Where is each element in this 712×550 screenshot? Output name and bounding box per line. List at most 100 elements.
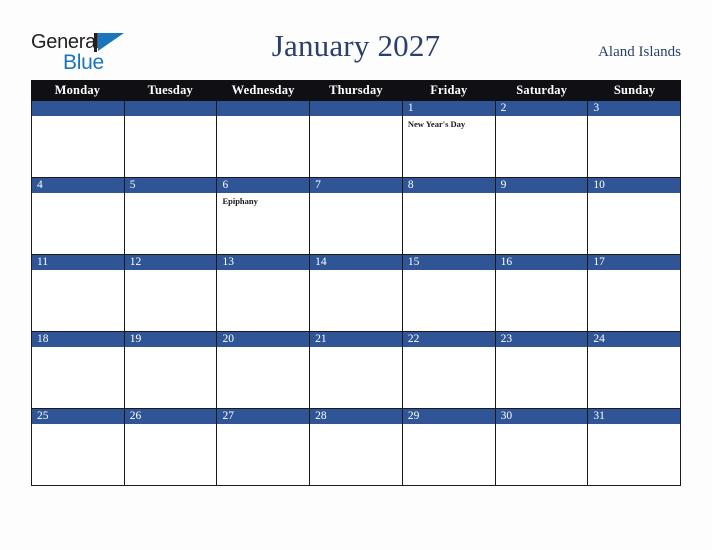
calendar-week-row: 11 12 13 14 15 16 17 [31,255,682,332]
day-cell-14[interactable]: 14 [310,255,403,331]
day-cell-9[interactable]: 9 [495,178,589,254]
day-number [217,101,310,116]
day-events [588,347,681,408]
day-cell-12[interactable]: 12 [124,255,218,331]
day-events [310,116,402,177]
day-number: 28 [310,409,402,424]
day-events [495,424,588,485]
day-cell-1[interactable]: 1 New Year's Day [402,101,496,177]
day-cell-empty[interactable] [124,101,218,177]
day-number: 26 [124,409,217,424]
day-cell-10[interactable]: 10 [588,178,682,254]
day-events [217,116,310,177]
day-number: 10 [588,178,681,193]
country-label: Aland Islands [598,44,681,60]
calendar-grid: Monday Tuesday Wednesday Thursday Friday Satu… [31,80,682,486]
day-number: 4 [32,178,124,193]
day-events [32,270,124,331]
day-cell-15[interactable]: 15 [402,255,496,331]
day-number: 20 [217,332,310,347]
day-cell-17[interactable]: 17 [588,255,682,331]
day-number: 19 [124,332,217,347]
day-number [32,101,124,116]
day-number: 8 [402,178,495,193]
day-cell-22[interactable]: 22 [402,332,496,408]
weekday-header-friday: Friday [430,83,468,97]
day-cell-28[interactable]: 28 [310,409,403,485]
day-events [588,116,681,177]
day-events [32,347,124,408]
day-events [588,193,681,254]
day-cell-4[interactable]: 4 [32,178,125,254]
holiday-label: New Year's Day [407,119,466,129]
day-events [310,193,402,254]
day-cell-19[interactable]: 19 [124,332,218,408]
day-events [124,270,217,331]
day-events [217,270,310,331]
day-number: 17 [588,255,681,270]
weekday-header-tuesday: Tuesday [147,83,193,97]
day-events [124,193,217,254]
day-cell-empty[interactable] [217,101,311,177]
day-number: 30 [495,409,588,424]
day-events [402,424,495,485]
day-events [32,116,124,177]
day-number: 31 [588,409,681,424]
day-events [124,424,217,485]
day-events [217,424,310,485]
day-cell-24[interactable]: 24 [588,332,682,408]
day-cell-25[interactable]: 25 [32,409,125,485]
day-events [310,270,402,331]
day-number: 27 [217,409,310,424]
day-cell-2[interactable]: 2 [495,101,589,177]
day-cell-20[interactable]: 20 [217,332,311,408]
day-cell-21[interactable]: 21 [310,332,403,408]
day-cell-30[interactable]: 30 [495,409,589,485]
day-cell-26[interactable]: 26 [124,409,218,485]
day-cell-3[interactable]: 3 [588,101,682,177]
day-cell-29[interactable]: 29 [402,409,496,485]
day-cell-27[interactable]: 27 [217,409,311,485]
day-cell-11[interactable]: 11 [32,255,125,331]
day-number: 13 [217,255,310,270]
weekday-header-row: Monday Tuesday Wednesday Thursday Friday Satu… [31,80,681,101]
day-cell-18[interactable]: 18 [32,332,125,408]
day-cell-7[interactable]: 7 [310,178,403,254]
day-events [310,424,402,485]
day-number: 14 [310,255,402,270]
day-cell-16[interactable]: 16 [495,255,589,331]
day-cell-empty[interactable] [310,101,403,177]
weekday-header-saturday: Saturday [516,83,568,97]
day-cell-13[interactable]: 13 [217,255,311,331]
day-number: 1 [402,101,495,116]
day-cell-23[interactable]: 23 [495,332,589,408]
calendar-weeks: 1 New Year's Day 2 3 4 5 6 Epiphany 7 8 9 10 11 12 13 1… [31,101,682,486]
day-events [217,347,310,408]
day-number: 18 [32,332,124,347]
day-number: 2 [495,101,588,116]
day-number: 22 [402,332,495,347]
holiday-label: Epiphany [222,196,258,206]
day-number: 6 [217,178,310,193]
day-number [124,101,217,116]
day-number: 5 [124,178,217,193]
day-number: 24 [588,332,681,347]
day-number: 3 [588,101,681,116]
day-cell-empty[interactable] [32,101,125,177]
calendar-week-row: 18 19 20 21 22 23 24 [31,332,682,409]
day-number: 25 [32,409,124,424]
day-cell-8[interactable]: 8 [402,178,496,254]
day-events: Epiphany [217,193,310,254]
day-cell-31[interactable]: 31 [588,409,682,485]
day-events [495,347,588,408]
day-events [310,347,402,408]
page-header: General Blue January 2027 Aland Islands [0,0,712,80]
day-number: 9 [495,178,588,193]
day-events [402,270,495,331]
day-events [32,193,124,254]
day-cell-6[interactable]: 6 Epiphany [217,178,311,254]
day-events [588,270,681,331]
day-cell-5[interactable]: 5 [124,178,218,254]
calendar-page: General Blue January 2027 Aland Islands … [0,0,712,550]
weekday-header-sunday: Sunday [613,83,656,97]
